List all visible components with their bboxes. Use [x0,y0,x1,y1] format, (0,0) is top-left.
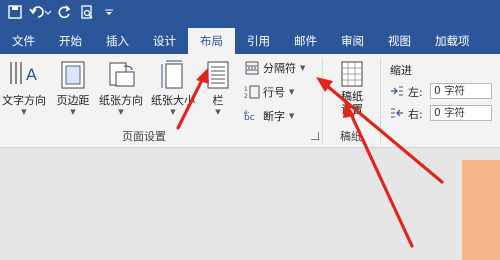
tab-layout[interactable]: 布局 [188,28,235,54]
margins-icon [61,61,85,89]
indent-title: 缩进 [390,64,412,77]
undo-icon[interactable] [26,1,54,23]
line-numbers-button[interactable]: 1 2 行号 ▼ [244,84,294,100]
chevron-down-icon: ▼ [118,108,124,116]
group-divider [380,58,381,144]
redo-icon[interactable] [54,1,76,23]
orientation-icon [109,62,135,87]
line-numbers-label: 行号 [263,86,285,99]
hyphenation-label: 断字 [263,110,285,123]
manuscript-setup-button[interactable]: 稿纸 设置 [330,60,374,116]
columns-label: 栏 [212,94,224,107]
text-direction-button[interactable]: A 文字方向 ▼ [0,60,50,116]
customize-icon[interactable] [98,1,120,23]
group-divider [322,58,323,144]
tab-mailings[interactable]: 邮件 [282,28,329,54]
tab-design[interactable]: 设计 [141,28,188,54]
chevron-down-icon: ▼ [215,108,221,116]
document-area[interactable] [0,148,500,260]
page-setup-group-label: 页面设置 [122,130,166,143]
hyphenation-icon: bc a- [244,109,255,123]
orientation-button[interactable]: 纸张方向 ▼ [94,60,148,116]
size-label: 纸张大小 [151,94,195,107]
tab-review[interactable]: 审阅 [329,28,376,54]
margins-label: 页边距 [56,94,90,107]
columns-button[interactable]: 栏 ▼ [200,60,236,116]
indent-right-input[interactable]: 0 字符 [430,105,492,121]
tab-addins[interactable]: 加载项 [423,28,482,54]
breaks-icon [245,61,259,75]
line-numbers-icon: 1 2 [244,85,260,99]
tab-home[interactable]: 开始 [47,28,94,54]
tab-references[interactable]: 引用 [235,28,282,54]
indent-left-icon [391,86,403,96]
breaks-button[interactable]: 分隔符 ▼ [244,60,305,76]
indent-right-label: 右: [408,108,423,121]
tab-insert[interactable]: 插入 [94,28,141,54]
size-icon [161,60,183,89]
chevron-down-icon: ▼ [289,88,295,96]
svg-text:a-: a- [244,109,250,116]
text-direction-icon: A [10,62,37,84]
ribbon-layout: A 文字方向 ▼ 页边距 ▼ 纸张方向 ▼ 纸张大小 ▼ 栏 ▼ 分隔符 ▼ 1… [0,54,500,148]
dialog-launcher-icon[interactable] [311,132,319,140]
margins-button[interactable]: 页边距 ▼ [52,60,94,116]
chevron-down-icon: ▼ [21,108,27,116]
size-button[interactable]: 纸张大小 ▼ [148,60,198,116]
indent-right-icon [391,108,403,118]
svg-text:2: 2 [244,93,248,99]
indent-left-label: 左: [408,86,423,99]
print-preview-icon[interactable] [76,1,98,23]
manuscript-setup-label: 稿纸 设置 [341,90,363,116]
tab-view[interactable]: 视图 [376,28,423,54]
svg-text:1: 1 [244,86,248,93]
manuscript-icon [341,61,363,87]
tab-file[interactable]: 文件 [0,28,47,54]
save-icon[interactable] [4,1,26,23]
text-direction-label: 文字方向 [2,94,46,107]
ribbon-tabs: 文件 开始 插入 设计 布局 引用 邮件 审阅 视图 加载项 [0,24,500,54]
svg-text:A: A [26,65,37,84]
columns-icon [207,61,229,89]
chevron-down-icon: ▼ [300,64,306,72]
document-page-edge [462,160,500,260]
chevron-down-icon: ▼ [289,112,295,120]
quick-access-toolbar [0,0,500,24]
orientation-label: 纸张方向 [99,94,143,107]
manuscript-group-label: 稿纸 [340,130,362,143]
chevron-down-icon: ▼ [170,108,176,116]
hyphenation-button[interactable]: bc a- 断字 ▼ [244,108,294,124]
chevron-down-icon: ▼ [70,108,76,116]
indent-left-input[interactable]: 0 字符 [430,83,492,99]
breaks-label: 分隔符 [263,62,296,75]
